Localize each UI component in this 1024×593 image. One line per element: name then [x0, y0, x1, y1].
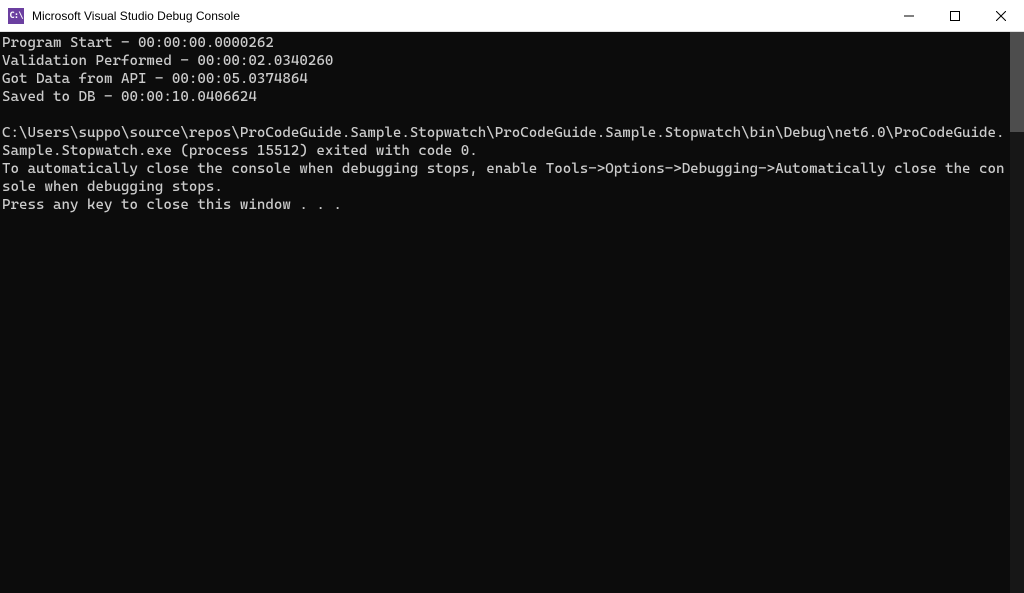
console-output[interactable]: Program Start - 00:00:00.0000262 Validat… [0, 32, 1010, 593]
scrollbar-track[interactable] [1010, 32, 1024, 593]
console-wrap: Program Start - 00:00:00.0000262 Validat… [0, 32, 1024, 593]
close-button[interactable] [978, 0, 1024, 31]
minimize-icon [904, 11, 914, 21]
maximize-button[interactable] [932, 0, 978, 31]
titlebar: C:\ Microsoft Visual Studio Debug Consol… [0, 0, 1024, 32]
scrollbar-thumb[interactable] [1010, 32, 1024, 132]
close-icon [996, 11, 1006, 21]
minimize-button[interactable] [886, 0, 932, 31]
maximize-icon [950, 11, 960, 21]
app-icon: C:\ [8, 8, 24, 24]
window-title: Microsoft Visual Studio Debug Console [32, 9, 886, 23]
window-controls [886, 0, 1024, 31]
